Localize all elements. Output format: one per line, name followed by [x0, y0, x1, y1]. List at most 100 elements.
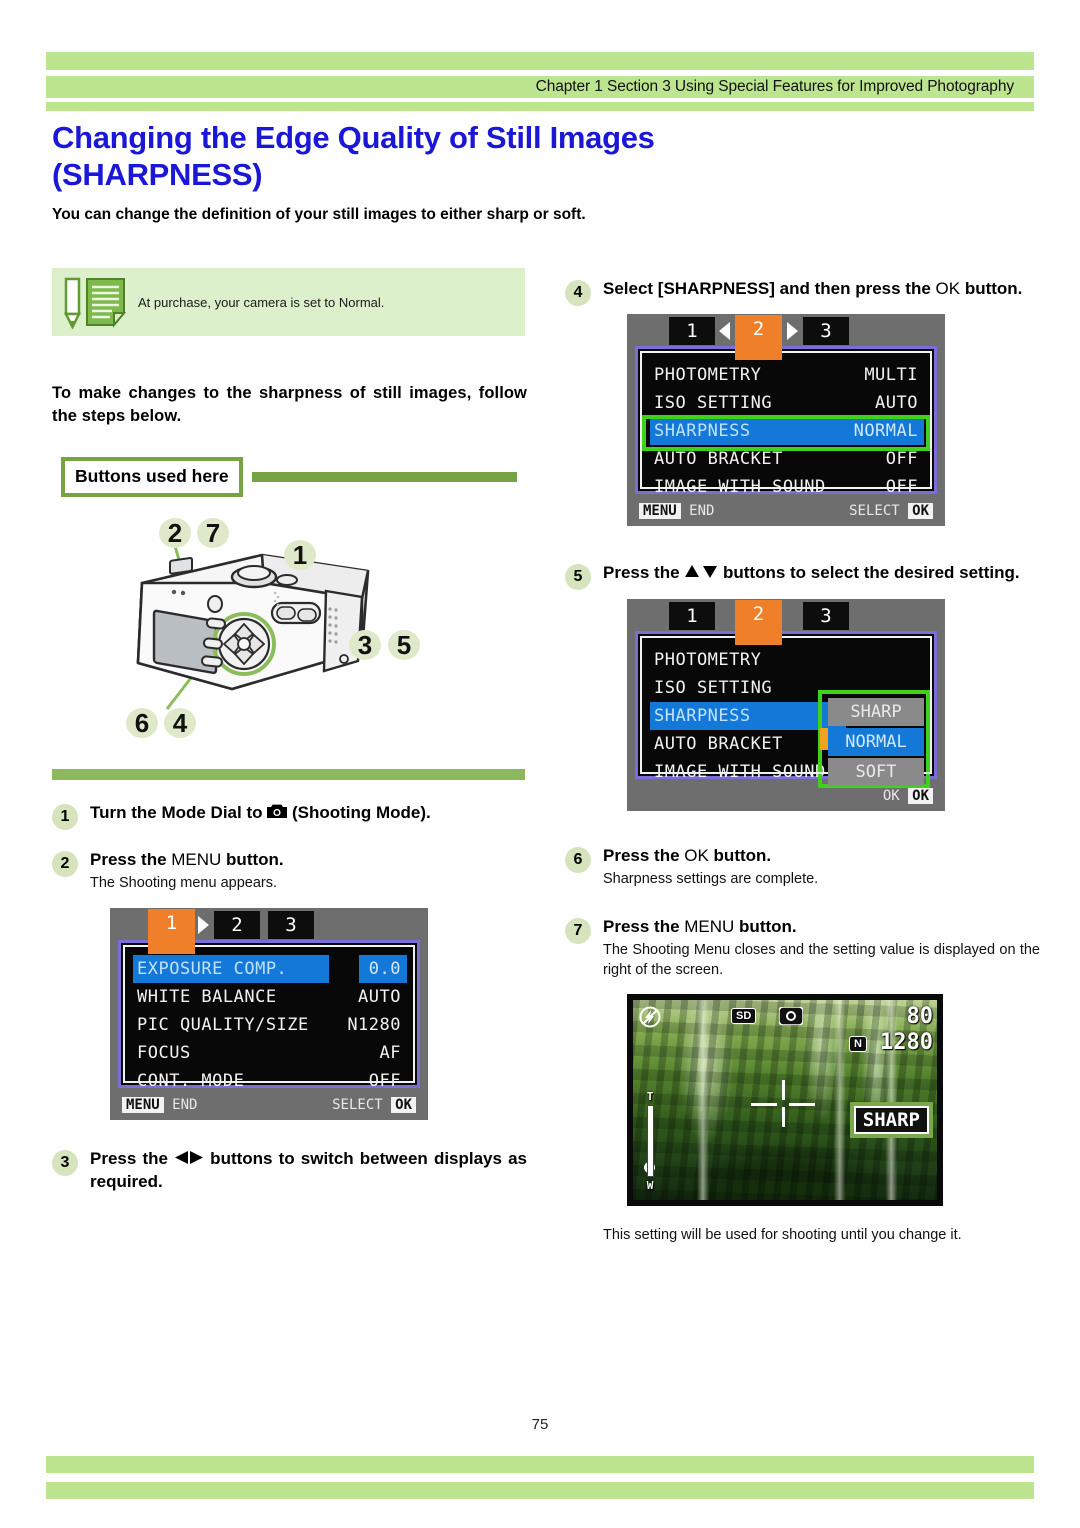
lcd2-row[interactable]: PHOTOMETRY MULTI	[650, 361, 924, 389]
intro-text: To make changes to the sharpness of stil…	[52, 384, 527, 426]
lcd2-row[interactable]: IMAGE WITH SOUND OFF	[650, 473, 924, 501]
lcd2-tab-2[interactable]: 2	[735, 315, 782, 361]
lcd1-row-label: FOCUS	[137, 1042, 191, 1063]
step-5-text-pre: Press the	[603, 563, 685, 583]
image-size: 1280	[880, 1030, 933, 1056]
step-1-text-post: (Shooting Mode).	[287, 802, 431, 822]
lcd1-tab-1[interactable]: 1	[148, 908, 195, 954]
camera-icon	[267, 803, 288, 825]
lcd1-row[interactable]: PIC QUALITY/SIZE N1280	[133, 1011, 407, 1039]
step-7-subtext: The Shooting Menu closes and the setting…	[603, 941, 1040, 978]
step-3-text-pre: Press the	[90, 1148, 175, 1168]
zoom-bar-track	[646, 1105, 654, 1178]
section-divider	[52, 768, 525, 780]
step-4-text-post: button.	[960, 279, 1023, 298]
left-column: At purchase, your camera is set to Norma…	[52, 268, 527, 1193]
svg-text:4: 4	[173, 708, 188, 738]
lcd1-footer-right: SELECT OK	[332, 1096, 416, 1113]
zoom-tele-label: T	[646, 1090, 654, 1104]
page-title: Changing the Edge Quality of Still Image…	[52, 120, 1012, 193]
lcd2-row-value: MULTI	[864, 365, 918, 386]
lcd2-row-label: SHARPNESS	[650, 417, 844, 446]
lcd1-row-label: EXPOSURE COMP.	[133, 954, 329, 983]
af-crosshair-h-right	[789, 1103, 815, 1107]
step-1: 1 Turn the Mode Dial to (Shooting Mode).	[52, 802, 527, 830]
lcd2-row[interactable]: ISO SETTING AUTO	[650, 389, 924, 417]
popup-option-normal[interactable]: NORMAL	[820, 728, 924, 757]
step-7-text-post: button.	[734, 916, 797, 936]
up-down-arrows-icon	[684, 563, 718, 585]
lcd1-select-label: SELECT	[332, 1096, 383, 1113]
lcd-live-view-preview: SD 80 N 1280 T W SHARP	[627, 994, 943, 1207]
lcd1-tab-2[interactable]: 2	[214, 910, 260, 939]
step-7-number: 7	[565, 917, 591, 944]
step-6: 6 Press the OK button. Sharpness setting…	[565, 845, 1040, 890]
popup-current-marker	[820, 728, 828, 751]
lcd1-tabs: 1 2 3	[110, 908, 428, 954]
lcd3-body: PHOTOMETRY ISO SETTING SHARPNESS AUTO BR…	[635, 631, 937, 789]
lcd1-row[interactable]: EXPOSURE COMP. 0.0	[133, 954, 407, 983]
lcd3-tab-3[interactable]: 3	[803, 602, 849, 631]
step-7-text-pre: Press the	[603, 916, 685, 936]
svg-text:2: 2	[168, 518, 182, 548]
memo-pencil-icon	[62, 275, 132, 330]
lcd2-footer-right: SELECT OK	[849, 503, 933, 520]
lcd3-ok-key: OK	[908, 788, 933, 805]
note-box: At purchase, your camera is set to Norma…	[52, 268, 525, 336]
popup-option-sharp[interactable]: SHARP	[828, 698, 924, 727]
lcd2-row-sharpness[interactable]: SHARPNESS NORMAL	[650, 417, 924, 446]
step-4-text-pre: Select [SHARPNESS] and then press the	[603, 279, 936, 298]
lcd2-tab-arrow-right	[787, 322, 798, 341]
step-4-title: Select [SHARPNESS] and then press the OK…	[603, 278, 1040, 300]
lcd3-footer-right: OK OK	[882, 788, 933, 805]
lcd1-row-value: N1280	[347, 1014, 401, 1035]
lcd2-tab-3[interactable]: 3	[803, 317, 849, 346]
step-5-text-post: buttons to select the desired setting.	[718, 563, 1020, 583]
lcd-shooting-menu-tab2: 1 2 3 PHOTOMETRY MULTI ISO SETTING AUTO	[627, 314, 945, 527]
lcd3-row[interactable]: PHOTOMETRY	[650, 646, 924, 674]
lcd1-row-value: AUTO	[358, 986, 401, 1007]
af-crosshair-v-top	[782, 1080, 785, 1101]
lcd3-row-label: IMAGE WITH SOUND	[654, 762, 826, 783]
popup-option-soft[interactable]: SOFT	[828, 758, 924, 787]
lcd1-row[interactable]: CONT. MODE OFF	[133, 1067, 407, 1095]
lcd3-tab-1[interactable]: 1	[669, 602, 715, 631]
lcd1-tab-3[interactable]: 3	[268, 910, 314, 939]
lcd1-footer-left: MENU END	[122, 1096, 197, 1113]
lcd3-row-label: ISO SETTING	[654, 678, 773, 699]
step-6-title: Press the OK button.	[603, 845, 1040, 867]
lcd1-row[interactable]: FOCUS AF	[133, 1039, 407, 1067]
lcd2-row-value: NORMAL	[843, 417, 924, 446]
step-7-title: Press the MENU button.	[603, 916, 1040, 938]
footer-bar-bottom	[46, 1482, 1034, 1499]
header-bar-bottom	[46, 102, 1034, 111]
menu-key-label: MENU	[684, 916, 735, 936]
note-text: At purchase, your camera is set to Norma…	[138, 294, 385, 310]
step-2-text-post: button.	[221, 849, 284, 869]
lcd2-row[interactable]: AUTO BRACKET OFF	[650, 445, 924, 473]
lcd3-tab-2[interactable]: 2	[735, 600, 782, 646]
step-1-title: Turn the Mode Dial to (Shooting Mode).	[90, 802, 527, 825]
zoom-bar[interactable]: T W	[643, 1090, 657, 1192]
lcd3-ok-label: OK	[882, 788, 900, 805]
lcd2-row-label: PHOTOMETRY	[654, 365, 762, 386]
manual-page: Chapter 1 Section 3 Using Special Featur…	[0, 0, 1080, 1528]
step-3: 3 Press the buttons to switch between di…	[52, 1148, 527, 1193]
step-7: 7 Press the MENU button. The Shooting Me…	[565, 916, 1040, 980]
step-2-number: 2	[52, 850, 78, 877]
lcd1-row-label: PIC QUALITY/SIZE	[137, 1014, 309, 1035]
lcd2-menu-key: MENU	[639, 503, 681, 520]
svg-text:3: 3	[358, 630, 372, 660]
lcd1-row[interactable]: WHITE BALANCE AUTO	[133, 983, 407, 1011]
svg-text:1: 1	[293, 540, 307, 570]
step-6-number: 6	[565, 847, 591, 874]
af-crosshair-v-bottom	[782, 1107, 785, 1128]
lcd-sharpness-options: 1 2 3 PHOTOMETRY ISO SETTING SHARPNESS A…	[627, 599, 945, 812]
buttons-used-here: Buttons used here	[52, 456, 525, 497]
breadcrumb: Chapter 1 Section 3 Using Special Featur…	[535, 78, 1014, 95]
buttons-used-here-rule	[252, 471, 517, 482]
lcd2-rows: PHOTOMETRY MULTI ISO SETTING AUTO SHARPN…	[650, 361, 924, 501]
shots-remaining: 80	[906, 1004, 934, 1030]
step-1-text-pre: Turn the Mode Dial to	[90, 802, 268, 822]
lcd2-tab-1[interactable]: 1	[669, 317, 715, 346]
